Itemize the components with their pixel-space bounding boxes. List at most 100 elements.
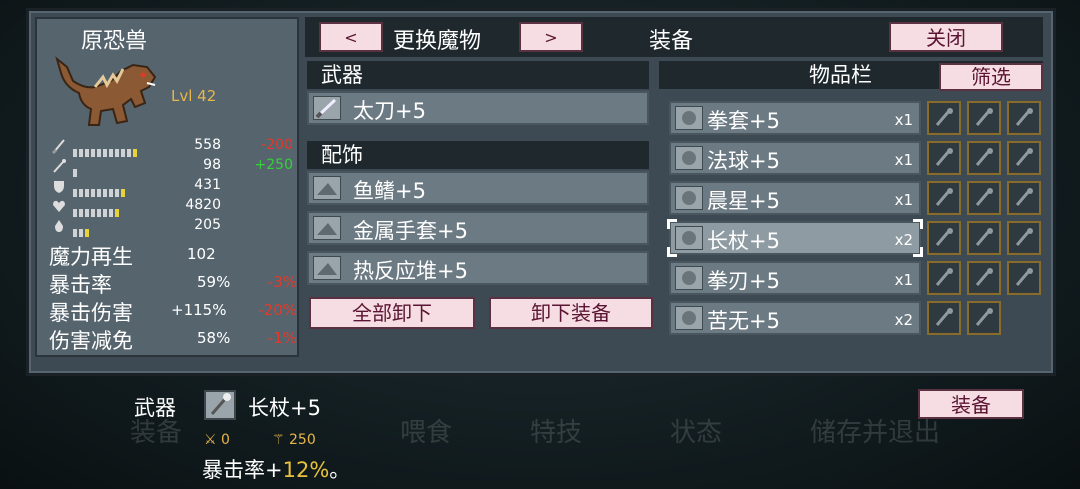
dinosaur-sprite-icon <box>55 56 157 126</box>
stat-row: 205 <box>51 217 297 237</box>
morningstar-icon <box>675 186 703 210</box>
accessory-slot[interactable]: 热反应堆+5 <box>307 251 649 285</box>
hammer-icon[interactable] <box>1007 101 1041 135</box>
stat-value: 205 <box>194 217 221 233</box>
prev-monster-button[interactable]: < <box>319 22 383 52</box>
mace-icon[interactable] <box>967 101 1001 135</box>
trident-icon[interactable] <box>967 301 1001 335</box>
inventory-item[interactable]: 晨星+5 x1 <box>669 181 921 215</box>
inventory-item-name: 苦无+5 <box>707 309 780 333</box>
equipment-header: < 更换魔物 > 装备 关闭 <box>305 17 1043 57</box>
leaf-blade-icon[interactable] <box>927 301 961 335</box>
stat-row: 98 +250 <box>51 157 297 177</box>
stat-bar <box>73 202 163 217</box>
staff-icon <box>204 390 236 420</box>
selection-corner <box>667 219 677 229</box>
ghost-text: 状态 <box>670 418 723 448</box>
filter-button[interactable]: 筛选 <box>939 63 1043 91</box>
monster-level: Lvl 42 <box>171 87 217 105</box>
selection-corner <box>667 247 677 257</box>
stat-line: 暴击伤害 +115% -20% <box>49 297 301 325</box>
stat-label: 伤害减免 <box>49 329 133 353</box>
accessory-slot-name: 鱼鳍+5 <box>353 179 426 203</box>
inventory-item-qty: x1 <box>894 111 913 129</box>
sword-stat-icon <box>51 138 67 155</box>
detail-stat-b: ⚚ 250 <box>272 432 316 448</box>
inventory-item-qty: x2 <box>894 231 913 249</box>
unequip-all-button[interactable]: 全部卸下 <box>309 297 475 329</box>
stat-row: 431 <box>51 177 297 197</box>
stat-bar <box>73 142 163 157</box>
accessory-slot-name: 热反应堆+5 <box>353 259 468 283</box>
inventory-item-qty: x1 <box>894 191 913 209</box>
kunai-icon <box>675 306 703 330</box>
stat-value: 558 <box>194 137 221 153</box>
stat-bar <box>73 162 163 177</box>
equip-button[interactable]: 装备 <box>918 389 1024 419</box>
stat-delta: -1% <box>267 329 297 347</box>
inventory-item[interactable]: 苦无+5 x2 <box>669 301 921 335</box>
bomb-icon[interactable] <box>1007 261 1041 295</box>
torch-icon[interactable] <box>927 181 961 215</box>
next-monster-button[interactable]: > <box>519 22 583 52</box>
inventory-item[interactable]: 法球+5 x1 <box>669 141 921 175</box>
inventory-item-name: 拳套+5 <box>707 109 780 133</box>
stat-line: 魔力再生 102 <box>49 241 301 269</box>
orb-icon <box>675 146 703 170</box>
inventory-item-name: 晨星+5 <box>707 189 780 213</box>
scythe-icon[interactable] <box>967 221 1001 255</box>
stat-label: 暴击率 <box>49 273 112 297</box>
stat-value: 431 <box>194 177 221 193</box>
knuckle-icon <box>675 106 703 130</box>
detail-stat-a: ⚔ 0 <box>204 432 230 448</box>
page-title: 装备 <box>649 29 694 54</box>
unequip-button[interactable]: 卸下装备 <box>489 297 653 329</box>
whip-icon[interactable] <box>1007 221 1041 255</box>
detail-effect: 暴击率+12%。 <box>202 454 350 484</box>
detail-item-name: 长杖+5 <box>248 396 321 420</box>
inventory-title: 物品栏 <box>809 63 872 87</box>
accessory-section-title: 配饰 <box>307 141 649 169</box>
ghost-text: 特技 <box>530 418 583 448</box>
accessory-slot[interactable]: 鱼鳍+5 <box>307 171 649 205</box>
weapon-slot[interactable]: 太刀+5 <box>307 91 649 125</box>
stat-delta: +250 <box>254 157 293 173</box>
inventory-item-name: 拳刃+5 <box>707 269 780 293</box>
dagger-icon[interactable] <box>1007 141 1041 175</box>
stat-row: 558 -200 <box>51 137 297 157</box>
stat-label: 魔力再生 <box>49 245 133 269</box>
stat-value: 59% <box>197 273 231 291</box>
selection-corner <box>913 247 923 257</box>
inventory-item-qty: x2 <box>894 311 913 329</box>
stat-row: 4820 <box>51 197 297 217</box>
close-button[interactable]: 关闭 <box>889 22 1003 52</box>
wand-icon[interactable] <box>967 141 1001 175</box>
stat-label: 暴击伤害 <box>49 301 133 325</box>
monster-status-panel: 原恐兽 Lvl 42 558 -200 98 +250 431 4820 205 魔力再生 1… <box>35 17 299 357</box>
hook-icon[interactable] <box>967 261 1001 295</box>
detail-stat-a-value: 0 <box>221 432 230 448</box>
gauntlet-icon[interactable] <box>927 101 961 135</box>
accessory-slot[interactable]: 金属手套+5 <box>307 211 649 245</box>
inventory-item[interactable]: 拳套+5 x1 <box>669 101 921 135</box>
rod-icon[interactable] <box>1007 181 1041 215</box>
bow-icon[interactable] <box>967 181 1001 215</box>
change-monster-label: 更换魔物 <box>393 29 482 54</box>
katana-icon <box>313 96 341 120</box>
inventory-item[interactable]: 拳刃+5 x1 <box>669 261 921 295</box>
staff-stat-icon <box>51 158 67 174</box>
shield-stat-icon <box>51 178 67 194</box>
detail-stat-b-value: 250 <box>289 432 316 448</box>
scepter-icon[interactable] <box>927 221 961 255</box>
inventory-item[interactable]: 长杖+5 x2 <box>667 219 923 257</box>
stat-delta: -200 <box>261 137 293 153</box>
claw-icon <box>675 266 703 290</box>
sword-icon[interactable] <box>927 261 961 295</box>
detail-effect-suffix: 。 <box>329 458 351 482</box>
stat-value: 98 <box>203 157 221 173</box>
weapon-section-title: 武器 <box>307 61 649 89</box>
stat-bar <box>73 182 163 197</box>
fin-icon[interactable] <box>927 141 961 175</box>
reactor-icon <box>313 256 341 280</box>
stat-value: 4820 <box>185 197 221 213</box>
